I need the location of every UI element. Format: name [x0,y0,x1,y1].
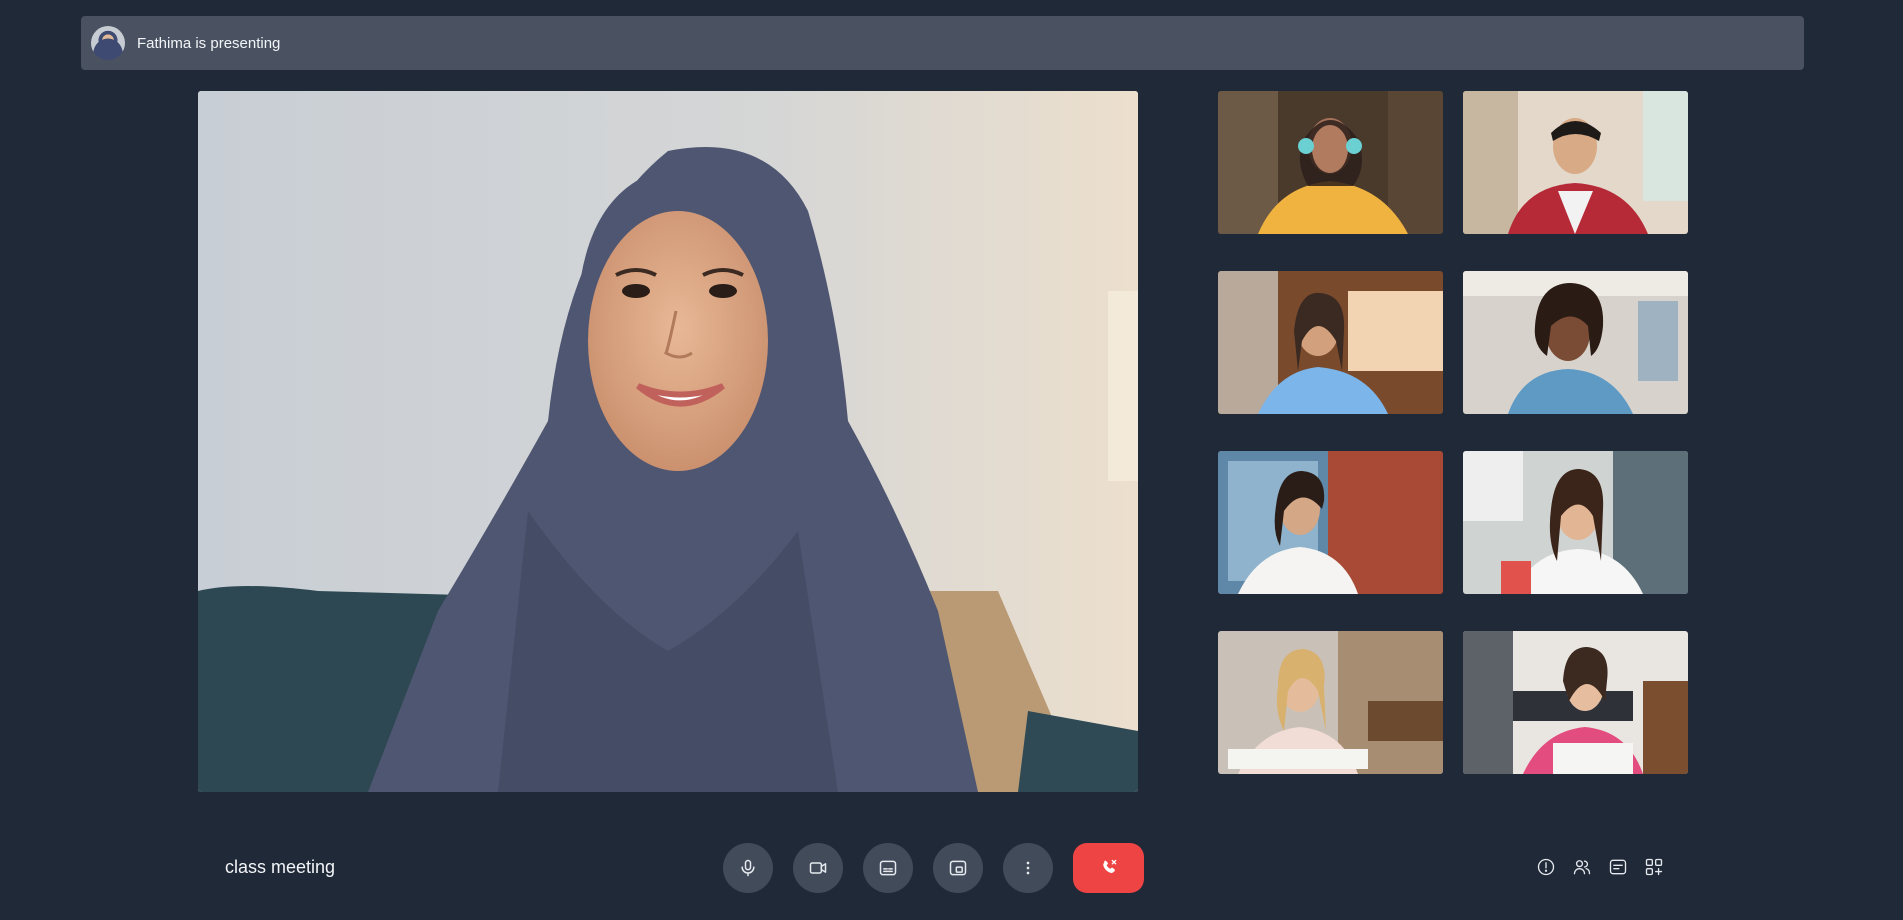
end-call-button[interactable] [1073,843,1144,893]
participant-video-image [1218,271,1443,414]
participant-video-image [1218,91,1443,234]
meeting-info-button[interactable] [1535,856,1557,878]
participant-tile[interactable] [1463,271,1688,414]
participant-tile[interactable] [1218,451,1443,594]
screen-share-icon [949,860,967,876]
presenter-avatar [91,26,125,60]
apps-button[interactable] [1643,856,1665,878]
people-icon [1573,860,1591,875]
participant-tile[interactable] [1463,451,1688,594]
chat-icon [1609,859,1627,875]
screen-share-button[interactable] [933,843,983,893]
participant-video-image [1463,91,1688,234]
presenter-banner: Fathima is presenting [81,16,1804,70]
participant-tile[interactable] [1463,631,1688,774]
captions-button[interactable] [863,843,913,893]
camera-icon [809,862,827,874]
more-options-icon [1026,861,1030,875]
microphone-button[interactable] [723,843,773,893]
info-icon [1537,858,1555,876]
main-presenter-video[interactable] [198,91,1138,792]
chat-button[interactable] [1607,856,1629,878]
apps-icon [1645,858,1663,876]
camera-button[interactable] [793,843,843,893]
participant-video-image [1463,271,1688,414]
end-call-icon [1102,859,1116,873]
meeting-title: class meeting [225,857,336,877]
captions-icon [879,860,897,876]
participant-grid [1218,91,1688,774]
participant-tile[interactable] [1463,91,1688,234]
side-panel-tools [1535,856,1665,878]
participant-video-image [1218,451,1443,594]
participant-tile[interactable] [1218,631,1443,774]
more-options-button[interactable] [1003,843,1053,893]
participant-tile[interactable] [1218,271,1443,414]
microphone-icon [741,859,755,877]
people-button[interactable] [1571,856,1593,878]
participant-video-image [1218,631,1443,774]
participant-tile[interactable] [1218,91,1443,234]
participant-video-image [1463,631,1688,774]
presenter-banner-text: Fathima is presenting [137,34,281,52]
participant-video-image [1463,451,1688,594]
call-controls [723,843,1144,893]
presenter-video-image [198,91,1138,792]
